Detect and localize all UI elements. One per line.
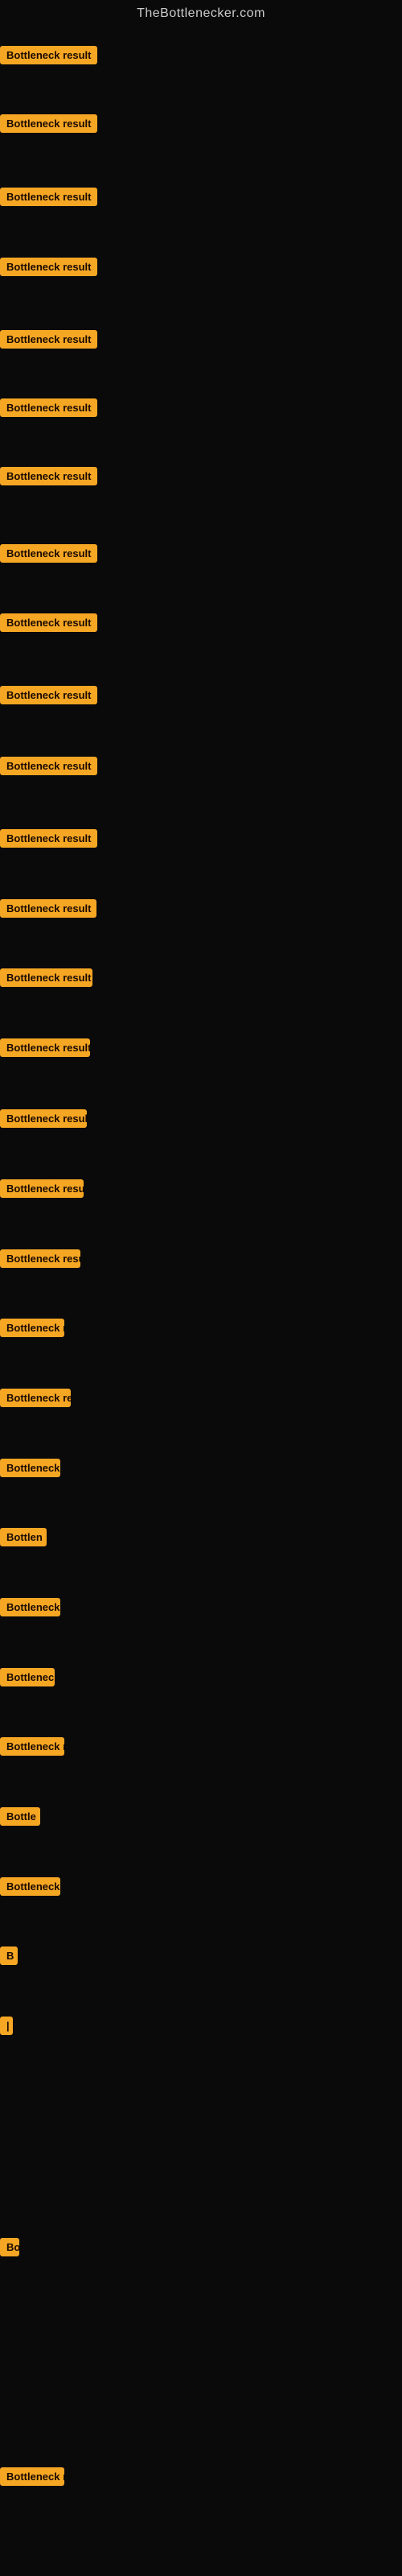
bottleneck-item[interactable]: Bottleneck result (0, 899, 96, 922)
bottleneck-badge: Bottle (0, 1807, 40, 1826)
bottleneck-item[interactable]: Bottleneck result (0, 1249, 80, 1272)
bottleneck-badge: Bottleneck result (0, 330, 97, 349)
bottleneck-badge: Bottleneck result (0, 188, 97, 206)
bottleneck-badge: Bottlen (0, 1528, 47, 1546)
bottleneck-badge: Bottleneck result (0, 114, 97, 133)
bottleneck-badge: Bottleneck result (0, 829, 97, 848)
bottleneck-item[interactable]: Bottleneck r (0, 1319, 64, 1341)
bottleneck-badge: B (0, 1946, 18, 1965)
bottleneck-item[interactable]: Bottleneck result (0, 613, 97, 636)
bottleneck-item[interactable]: Bottleneck result (0, 330, 97, 353)
site-title: TheBottlenecker.com (0, 0, 402, 27)
bottleneck-badge: Bottleneck res (0, 1389, 71, 1407)
bottleneck-item[interactable]: Bottleneck result (0, 968, 92, 991)
bottleneck-item[interactable]: Bottle (0, 1807, 40, 1830)
bottleneck-badge: Bottleneck result (0, 968, 92, 987)
bottleneck-item[interactable]: Bottlen (0, 1528, 47, 1550)
bottleneck-item[interactable]: Bottlenec (0, 1668, 55, 1690)
bottleneck-item[interactable]: Bottleneck (0, 1877, 60, 1900)
bottleneck-badge: Bottleneck (0, 1598, 60, 1616)
bottleneck-badge: Bottlenec (0, 1668, 55, 1686)
bottleneck-badge: Bottleneck result (0, 686, 97, 704)
bottleneck-item[interactable]: Bottleneck result (0, 757, 97, 779)
bottleneck-badge: Bottleneck result (0, 899, 96, 918)
bottleneck-badge: Bottleneck r (0, 2467, 64, 2486)
bottleneck-badge: Bottleneck result (0, 757, 97, 775)
bottleneck-item[interactable]: Bottleneck result (0, 1038, 90, 1061)
bottleneck-badge: Bottleneck (0, 1877, 60, 1896)
bottleneck-badge: | (0, 2017, 13, 2035)
bottleneck-item[interactable]: Bottleneck result (0, 544, 97, 567)
bottleneck-item[interactable]: Bo (0, 2238, 19, 2260)
bottleneck-item[interactable]: Bottleneck result (0, 829, 97, 852)
bottleneck-badge: Bottleneck result (0, 398, 97, 417)
bottleneck-badge: Bottleneck result (0, 1179, 84, 1198)
bottleneck-badge: Bottleneck r (0, 1319, 64, 1337)
bottleneck-item[interactable]: Bottleneck result (0, 398, 97, 421)
bottleneck-item[interactable]: Bottleneck r (0, 2467, 64, 2490)
bottleneck-item[interactable]: Bottleneck r (0, 1737, 64, 1760)
bottleneck-item[interactable]: Bottleneck result (0, 188, 97, 210)
bottleneck-badge: Bottleneck r (0, 1737, 64, 1756)
bottleneck-item[interactable]: Bottleneck result (0, 1179, 84, 1202)
bottleneck-item[interactable]: | (0, 2017, 13, 2039)
bottleneck-badge: Bo (0, 2238, 19, 2256)
bottleneck-item[interactable]: Bottleneck (0, 1459, 60, 1481)
bottleneck-item[interactable]: B (0, 1946, 18, 1969)
bottleneck-item[interactable]: Bottleneck res (0, 1389, 71, 1411)
bottleneck-badge: Bottleneck result (0, 613, 97, 632)
bottleneck-badge: Bottleneck result (0, 258, 97, 276)
bottleneck-item[interactable]: Bottleneck result (0, 1109, 87, 1132)
bottleneck-badge: Bottleneck result (0, 544, 97, 563)
bottleneck-badge: Bottleneck result (0, 467, 97, 485)
bottleneck-badge: Bottleneck result (0, 46, 97, 64)
bottleneck-item[interactable]: Bottleneck result (0, 686, 97, 708)
bottleneck-badge: Bottleneck result (0, 1038, 90, 1057)
bottleneck-item[interactable]: Bottleneck (0, 1598, 60, 1620)
bottleneck-item[interactable]: Bottleneck result (0, 258, 97, 280)
bottleneck-badge: Bottleneck result (0, 1109, 87, 1128)
bottleneck-item[interactable]: Bottleneck result (0, 467, 97, 489)
bottleneck-badge: Bottleneck result (0, 1249, 80, 1268)
bottleneck-item[interactable]: Bottleneck result (0, 114, 97, 137)
bottleneck-item[interactable]: Bottleneck result (0, 46, 97, 68)
bottleneck-badge: Bottleneck (0, 1459, 60, 1477)
